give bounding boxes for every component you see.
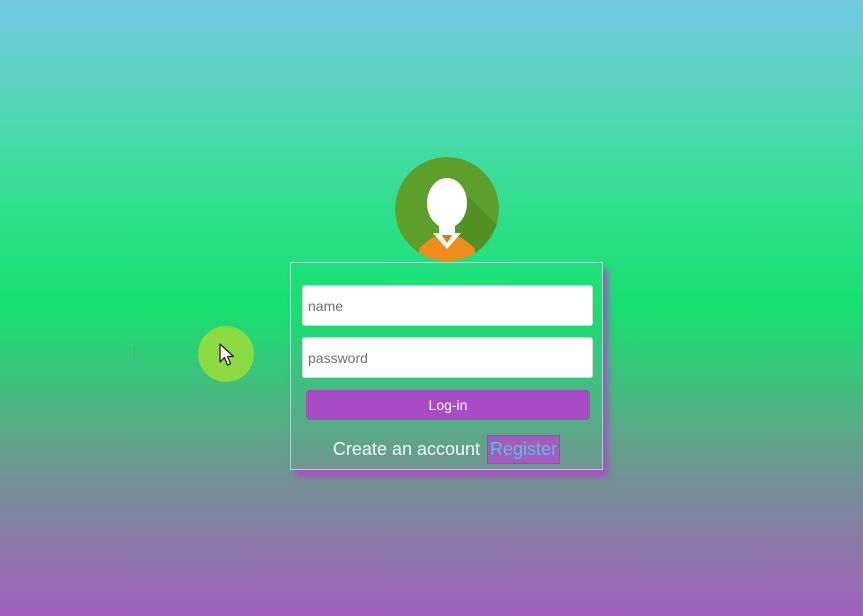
create-account-text: Create an account — [332, 439, 481, 459]
name-input[interactable] — [302, 285, 593, 326]
stray-mark — [134, 347, 135, 357]
password-input[interactable] — [302, 337, 593, 378]
user-avatar-icon — [395, 157, 499, 261]
login-form: Log-in Create an account Register — [290, 262, 603, 470]
mouse-pointer-icon — [219, 343, 235, 372]
login-button[interactable]: Log-in — [306, 390, 590, 420]
register-row: Create an account Register — [291, 435, 602, 464]
register-link[interactable]: Register — [487, 435, 561, 464]
